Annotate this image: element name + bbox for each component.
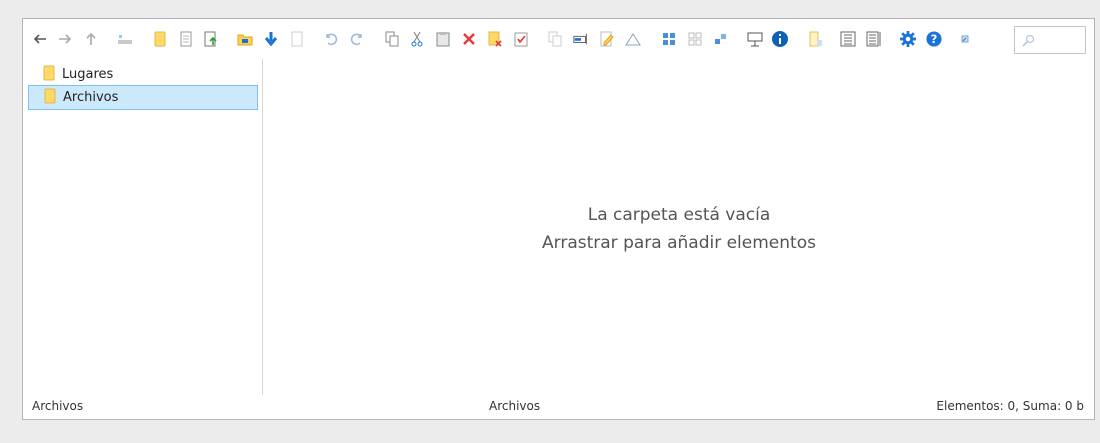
search-icon [1021,33,1035,52]
empty-message-line1: La carpeta está vacía [587,205,771,225]
list-view-icon[interactable] [840,31,856,47]
navigation-tree: Lugares Archivos [23,59,263,395]
new-folder-icon[interactable] [152,31,168,47]
paste-icon[interactable] [435,31,451,47]
up-icon[interactable] [83,31,99,47]
tree-item-label: Lugares [62,67,114,82]
tree-item-archivos[interactable]: Archivos [28,85,258,110]
edit-icon[interactable] [599,31,615,47]
delete-icon[interactable] [461,31,477,47]
view-medium-icon[interactable] [687,31,703,47]
redo-icon[interactable] [349,31,365,47]
tree-item-label: Archivos [63,90,119,105]
rename-icon[interactable] [573,31,589,47]
info-icon[interactable] [772,31,788,47]
delete-folder-icon[interactable] [487,31,503,47]
folder-icon [44,88,56,108]
drive-icon[interactable] [117,31,133,47]
status-left: Archivos [32,399,84,413]
settings-icon[interactable] [900,31,916,47]
upload-file-icon[interactable] [203,31,219,47]
preview-icon[interactable] [747,31,763,47]
view-large-icon[interactable] [661,31,677,47]
file-manager-window: ? Lugares Archivos La carpeta está vacía [22,18,1095,420]
status-summary: Elementos: 0, Suma: 0 b [936,399,1084,413]
search-field[interactable] [1014,26,1086,54]
new-file-icon[interactable] [178,31,194,47]
cut-icon[interactable] [409,31,425,47]
open-folder-icon[interactable] [237,31,253,47]
download-icon[interactable] [263,31,279,47]
status-center: Archivos [489,399,541,413]
back-icon[interactable] [32,31,48,47]
duplicate-icon[interactable] [547,31,563,47]
forward-icon[interactable] [57,31,73,47]
file-list-area[interactable]: La carpeta está vacía Arrastrar para aña… [264,59,1094,395]
folder-icon [43,65,55,85]
select-all-icon[interactable] [513,31,529,47]
undo-icon[interactable] [323,31,339,47]
view-small-icon[interactable] [713,31,729,47]
blank-page-icon[interactable] [289,31,305,47]
sort-icon[interactable] [808,31,824,47]
resize-icon[interactable] [625,31,641,47]
toolbar: ? [23,19,1094,59]
svg-text:?: ? [931,32,938,46]
help-icon[interactable]: ? [926,31,942,47]
status-bar: Archivos Archivos Elementos: 0, Suma: 0 … [23,393,1094,419]
details-view-icon[interactable] [866,31,882,47]
tree-item-lugares[interactable]: Lugares [28,62,258,87]
empty-folder-message: La carpeta está vacía Arrastrar para aña… [264,201,1094,257]
fullscreen-icon[interactable] [957,31,973,47]
copy-icon[interactable] [384,31,400,47]
empty-message-line2: Arrastrar para añadir elementos [542,233,816,253]
